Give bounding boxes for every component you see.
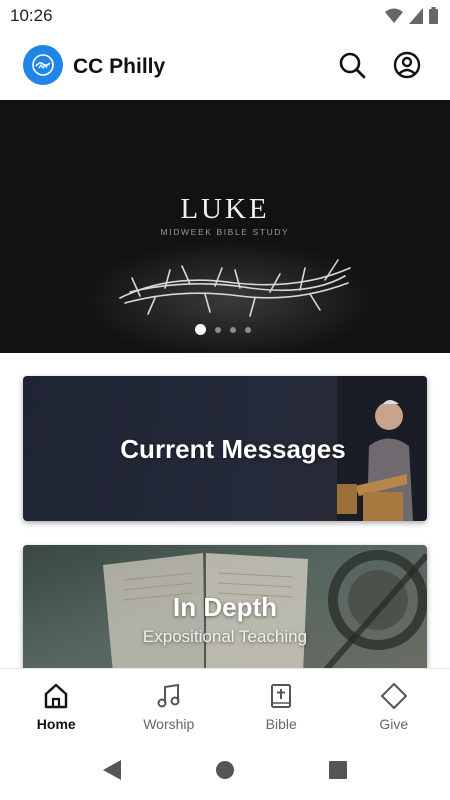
system-home-button[interactable] xyxy=(213,758,237,782)
bottom-navigation: Home Worship Bible Give xyxy=(0,668,450,740)
app-bar: CC Philly xyxy=(0,32,450,100)
nav-item-give[interactable]: Give xyxy=(338,669,450,740)
crown-of-thorns-image xyxy=(119,259,351,317)
home-icon xyxy=(45,683,68,709)
current-messages-title: Current Messages xyxy=(120,434,346,464)
diamond-icon xyxy=(380,683,407,709)
wifi-icon xyxy=(385,8,403,23)
current-messages-card[interactable]: Current Messages xyxy=(23,376,427,521)
status-icons xyxy=(385,7,438,24)
home-circle-icon xyxy=(216,761,234,779)
search-icon xyxy=(339,52,366,79)
account-button[interactable] xyxy=(391,49,423,81)
nav-item-worship[interactable]: Worship xyxy=(113,669,226,740)
hero-carousel[interactable]: LUKE MIDWEEK BIBLE STUDY xyxy=(0,100,450,353)
nav-item-home[interactable]: Home xyxy=(0,669,113,740)
recents-square-icon xyxy=(329,761,347,779)
music-note-icon xyxy=(157,683,180,708)
bible-icon xyxy=(271,684,292,708)
church-logo-icon xyxy=(32,54,54,76)
system-recents-button[interactable] xyxy=(326,758,350,782)
system-back-button[interactable] xyxy=(100,758,124,782)
app-logo[interactable] xyxy=(23,45,63,85)
battery-icon xyxy=(429,7,438,24)
cell-signal-icon xyxy=(409,7,423,24)
status-time: 10:26 xyxy=(10,6,53,25)
nav-label-home: Home xyxy=(36,716,76,732)
hero-title: LUKE xyxy=(180,193,270,225)
hero-subtitle: MIDWEEK BIBLE STUDY xyxy=(160,227,290,237)
system-navigation-bar xyxy=(0,740,450,800)
carousel-indicators xyxy=(195,324,251,335)
in-depth-title: In Depth xyxy=(173,592,277,622)
nav-label-worship: Worship xyxy=(143,716,195,732)
nav-label-give: Give xyxy=(379,716,409,732)
carousel-dot-active[interactable] xyxy=(195,324,206,335)
account-circle-icon xyxy=(393,51,421,79)
carousel-dot[interactable] xyxy=(230,326,236,333)
status-bar: 10:26 xyxy=(0,0,450,32)
back-triangle-icon xyxy=(103,760,121,780)
search-button[interactable] xyxy=(336,49,368,81)
nav-label-bible: Bible xyxy=(265,716,297,732)
app-title: CC Philly xyxy=(73,55,166,78)
in-depth-subtitle: Expositional Teaching xyxy=(142,627,308,646)
carousel-dot[interactable] xyxy=(215,326,221,333)
in-depth-card[interactable]: In Depth Expositional Teaching xyxy=(23,545,427,673)
nav-item-bible[interactable]: Bible xyxy=(225,669,338,740)
carousel-dot[interactable] xyxy=(245,326,251,333)
